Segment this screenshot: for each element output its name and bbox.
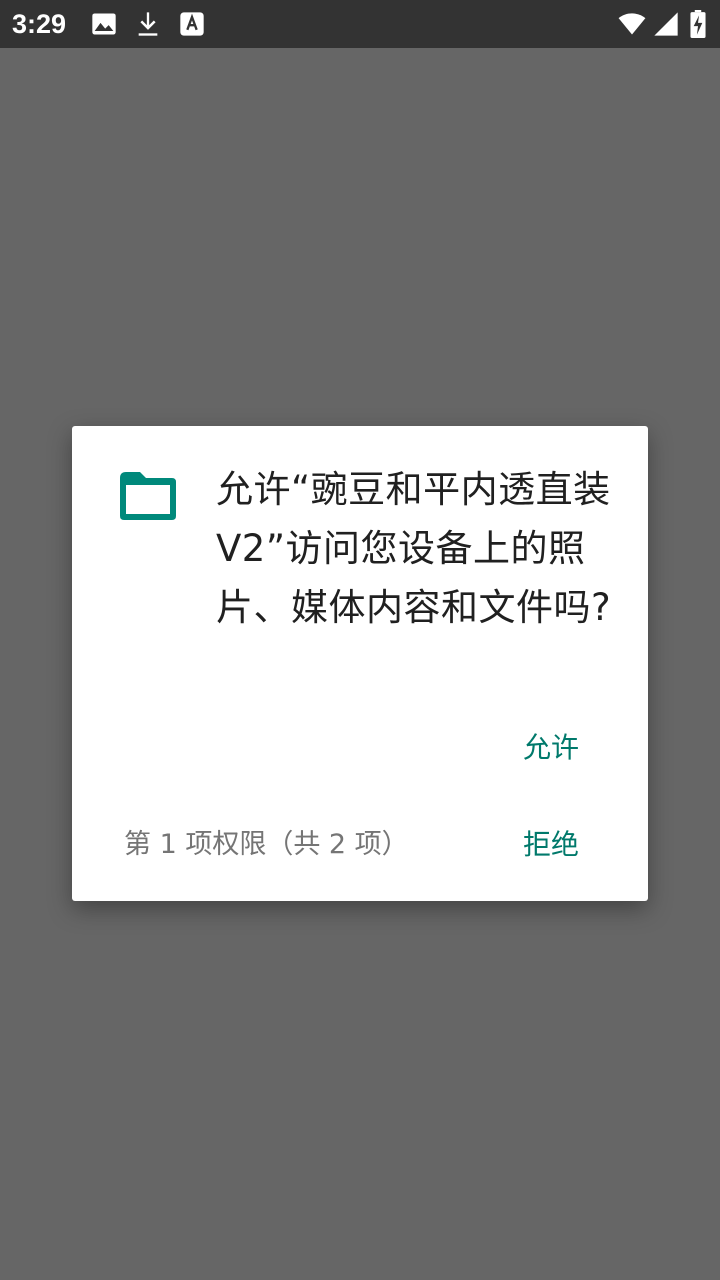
battery-charging-icon	[688, 10, 708, 38]
status-time: 3:29	[12, 9, 67, 39]
image-icon	[90, 10, 118, 38]
text-a-icon	[178, 10, 206, 38]
allow-button[interactable]: 允许	[523, 728, 579, 768]
folder-icon	[116, 468, 180, 524]
status-bar: 3:29	[0, 0, 720, 48]
deny-button[interactable]: 拒绝	[523, 825, 579, 865]
wifi-icon	[616, 10, 648, 38]
download-icon	[134, 10, 162, 38]
permission-dialog: 允许“豌豆和平内透直装V2”访问您设备上的照片、媒体内容和文件吗? 允许 第 1…	[72, 426, 648, 901]
dialog-message: 允许“豌豆和平内透直装V2”访问您设备上的照片、媒体内容和文件吗?	[216, 468, 612, 629]
cell-signal-icon	[652, 10, 680, 38]
permission-counter: 第 1 项权限（共 2 项）	[124, 829, 409, 860]
